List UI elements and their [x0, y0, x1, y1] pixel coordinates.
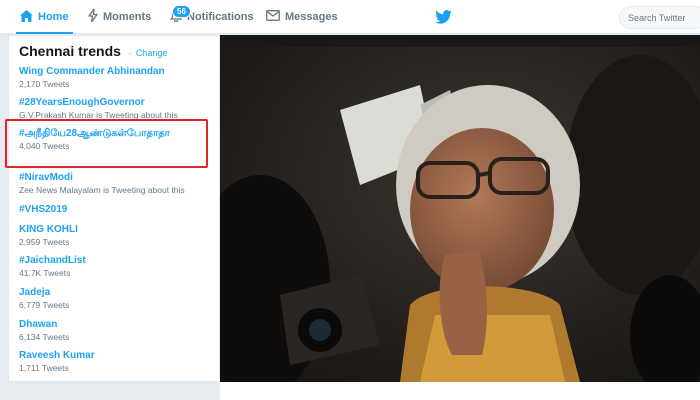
trend-item[interactable]: #VHS2019 [19, 203, 219, 216]
nav-messages-label: Messages [285, 11, 338, 23]
nav-moments[interactable]: Moments [88, 0, 151, 34]
highlight-box [5, 119, 208, 168]
trend-item[interactable]: Jadeja 6,779 Tweets [19, 286, 219, 311]
trends-title: Chennai trends [19, 43, 121, 59]
trend-item[interactable]: #NiravModi Zee News Malayalam is Tweetin… [19, 171, 219, 196]
trend-name[interactable]: Dhawan [19, 318, 219, 331]
trend-name[interactable]: #VHS2019 [19, 203, 219, 216]
trends-header: Chennai trends · Change [19, 43, 167, 61]
news-photo [220, 35, 700, 382]
trend-name[interactable]: #28YearsEnoughGovernor [19, 96, 219, 109]
home-icon [20, 9, 33, 25]
trend-item[interactable]: Dhawan 6,134 Tweets [19, 318, 219, 343]
twitter-bird-icon[interactable] [435, 10, 452, 29]
trend-meta: 2,959 Tweets [19, 237, 70, 247]
trend-meta: 41.7K Tweets [19, 268, 71, 278]
trend-name[interactable]: Jadeja [19, 286, 219, 299]
lightning-icon [88, 8, 98, 25]
timeline-strip [220, 382, 700, 400]
nav-notifications-label: Notifications [187, 11, 254, 23]
top-navigation-bar: Home Moments Notifications 56 Messages [0, 0, 700, 34]
trend-meta: 1,711 Tweets [19, 363, 69, 373]
trend-item[interactable]: KING KOHLI 2,959 Tweets [19, 223, 219, 248]
trend-name[interactable]: Raveesh Kumar [19, 349, 219, 362]
trends-change-link[interactable]: Change [136, 48, 168, 58]
nav-home-label: Home [38, 11, 69, 23]
trend-name[interactable]: #JaichandList [19, 254, 219, 267]
envelope-icon [266, 10, 280, 24]
nav-moments-label: Moments [103, 11, 152, 23]
trend-meta: 6,779 Tweets [19, 300, 70, 310]
nav-messages[interactable]: Messages [266, 0, 338, 34]
trend-item[interactable]: #JaichandList 41.7K Tweets [19, 254, 219, 279]
trend-item[interactable]: Raveesh Kumar 1,711 Tweets [19, 349, 219, 374]
trend-item[interactable]: Wing Commander Abhinandan 2,170 Tweets [19, 65, 219, 90]
trend-name[interactable]: KING KOHLI [19, 223, 219, 236]
trend-meta: 6,134 Tweets [19, 332, 70, 342]
trends-panel: Chennai trends · Change Wing Commander A… [8, 35, 220, 382]
trends-separator: · [128, 48, 132, 58]
notification-count-badge: 56 [172, 5, 191, 18]
trend-name[interactable]: #NiravModi [19, 171, 219, 184]
trend-meta: 2,170 Tweets [19, 79, 70, 89]
search-input[interactable] [619, 6, 700, 29]
trend-name[interactable]: Wing Commander Abhinandan [19, 65, 219, 78]
trend-meta: Zee News Malayalam is Tweeting about thi… [19, 185, 185, 195]
trend-item[interactable]: #28YearsEnoughGovernor G.V.Prakash Kumar… [19, 96, 219, 121]
nav-home[interactable]: Home [16, 0, 73, 34]
